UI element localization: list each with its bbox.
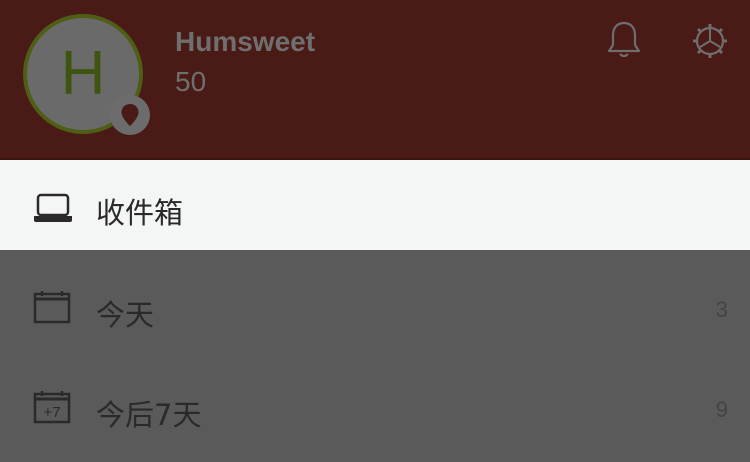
menu-item-label: 今天	[96, 298, 155, 332]
gear-icon[interactable]	[690, 21, 730, 65]
username[interactable]: Humsweet	[175, 26, 315, 58]
menu-item-label: 收件箱	[96, 196, 184, 230]
plus-seven-text: +7	[43, 404, 60, 421]
calendar-icon	[33, 290, 71, 328]
menu-item-today[interactable]: 今天 3	[0, 250, 750, 350]
menu-item-label: 今后7天	[96, 398, 202, 432]
menu-item-next-7-days[interactable]: +7 今后7天 9	[0, 350, 750, 450]
location-pin-icon[interactable]	[110, 95, 150, 135]
inbox-icon	[33, 192, 73, 228]
calendar-plus7-icon: +7	[33, 390, 71, 428]
bell-icon[interactable]	[605, 20, 643, 64]
points-value: 50	[175, 66, 207, 97]
task-count: 3	[715, 297, 728, 322]
task-count: 9	[715, 397, 728, 422]
profile-header: H Humsweet 50	[0, 0, 750, 158]
menu-item-inbox[interactable]: 收件箱	[0, 160, 750, 250]
